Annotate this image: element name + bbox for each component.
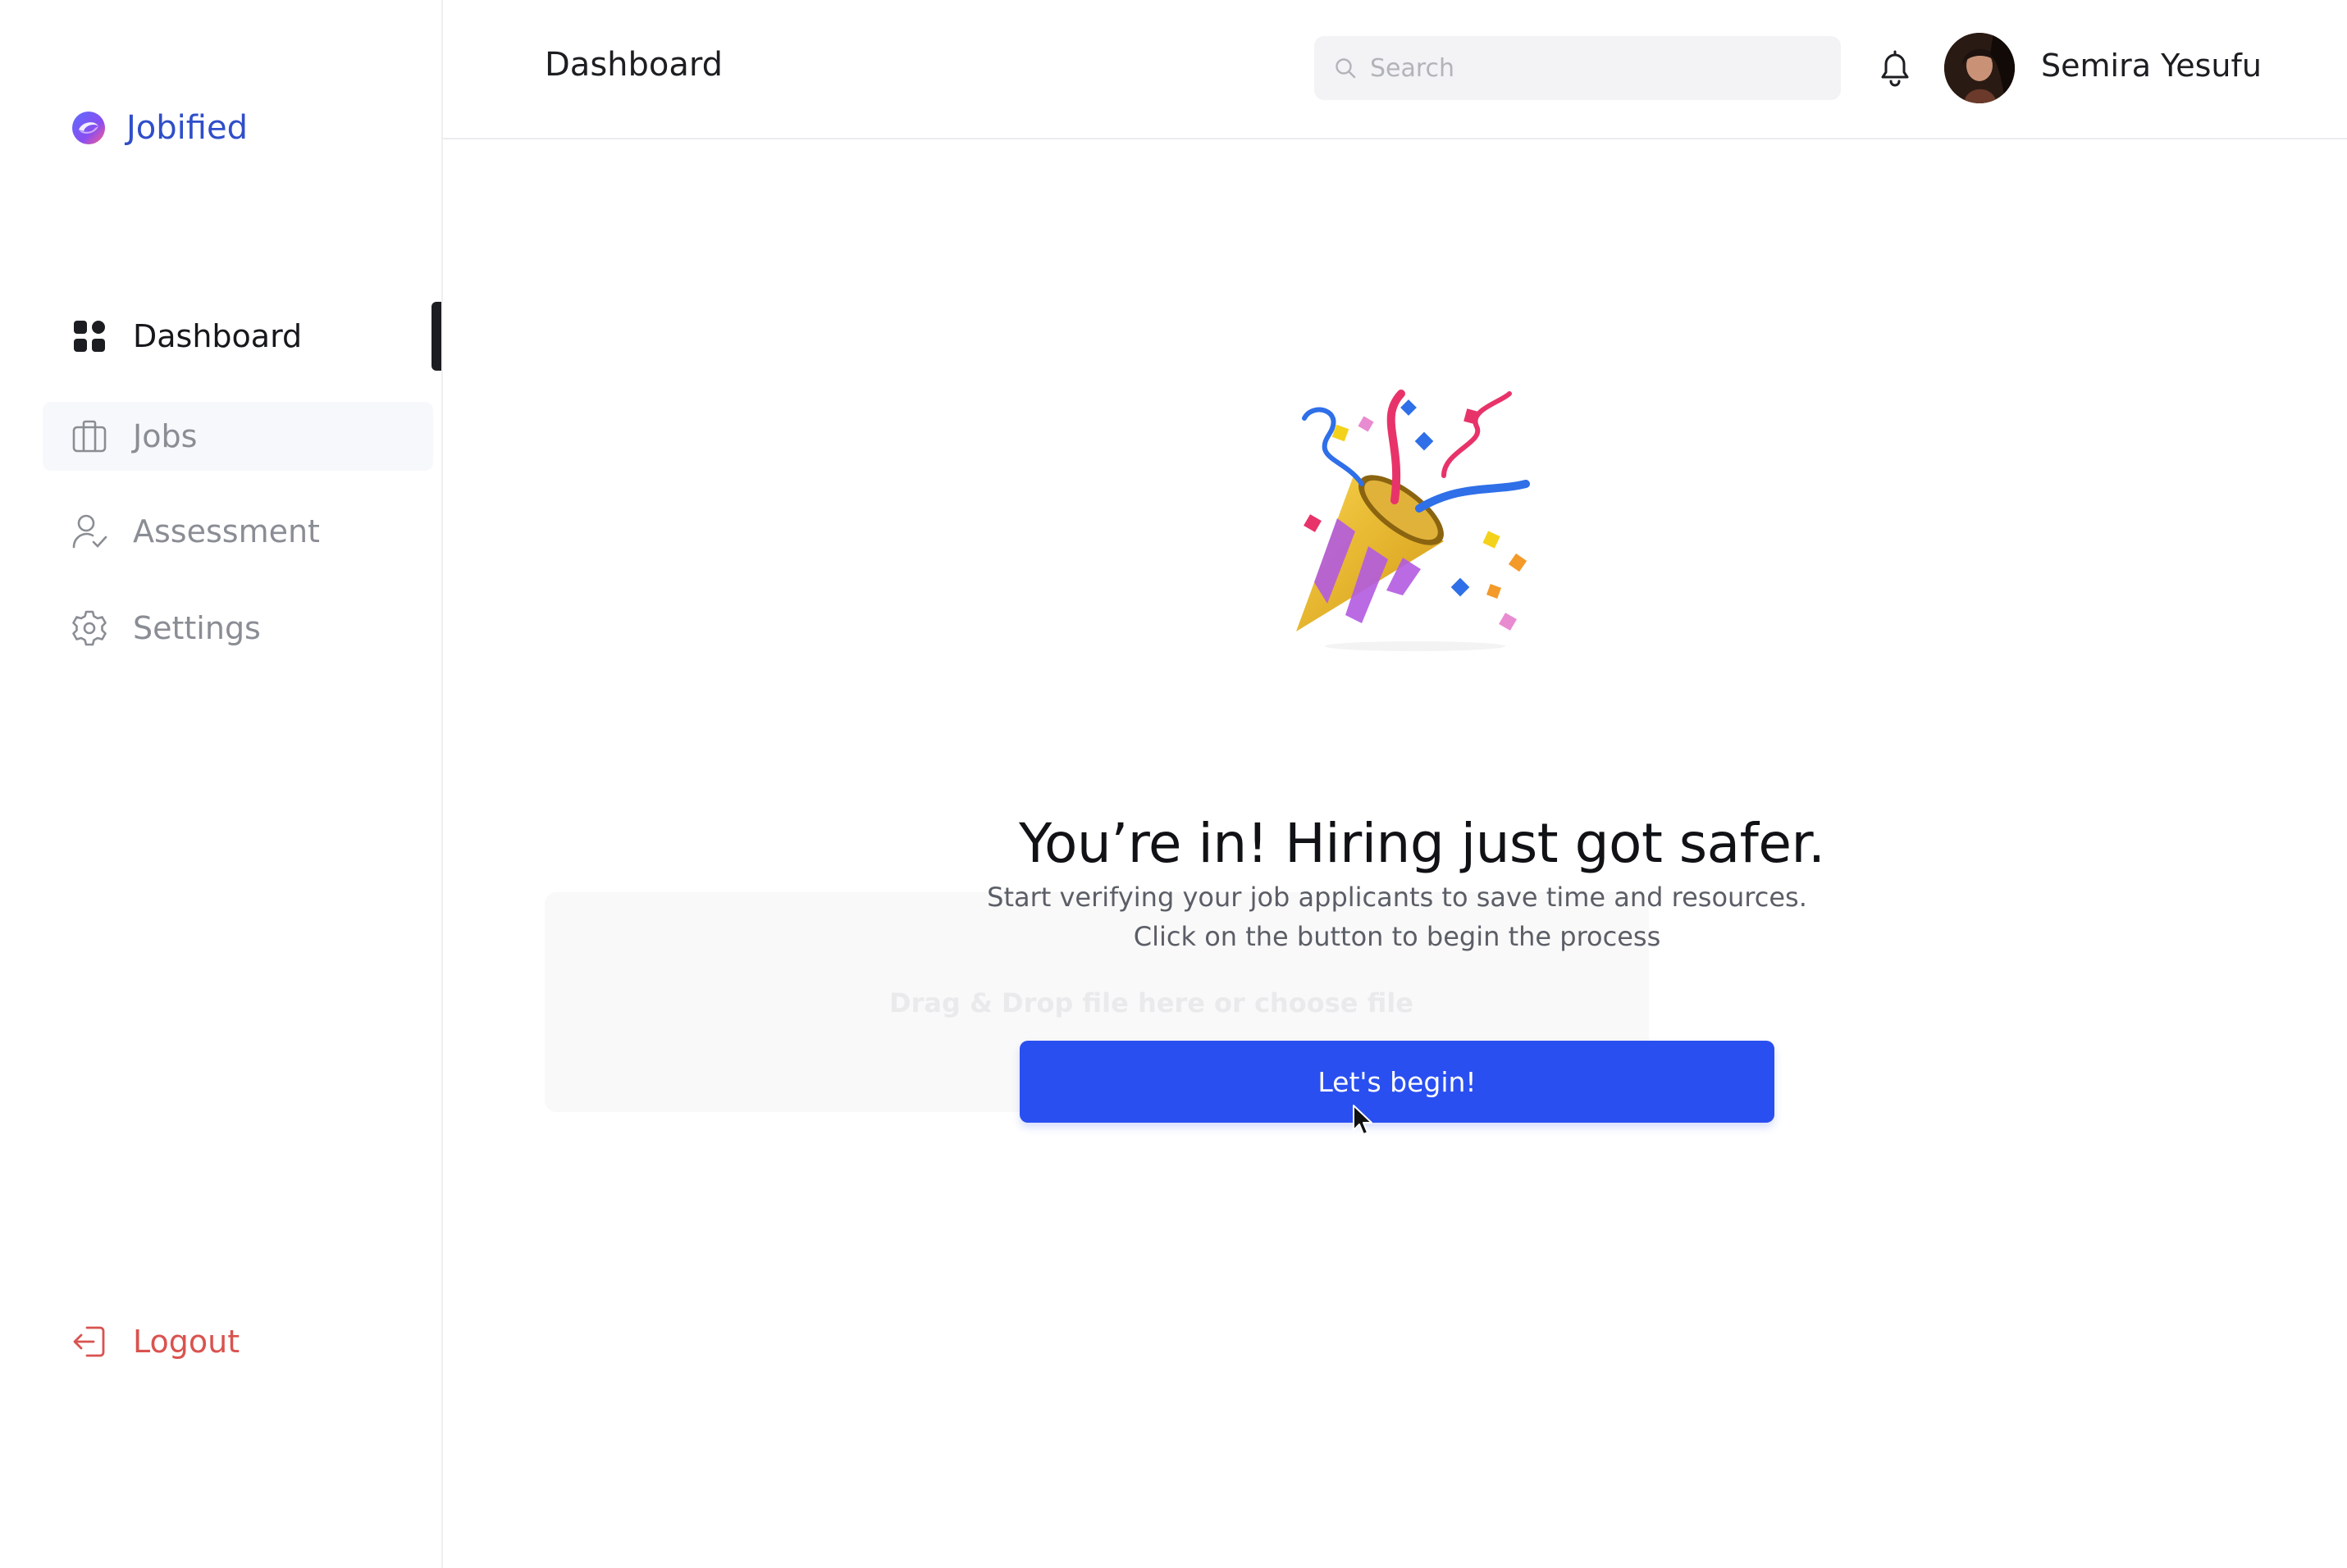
grid-icon — [71, 317, 108, 355]
page-title: Dashboard — [545, 46, 724, 84]
sidebar: Jobified Dashboard Jobs Assessment Setti… — [0, 0, 443, 1568]
notifications-button[interactable] — [1870, 43, 1920, 92]
search-bar[interactable] — [1314, 36, 1841, 100]
subtext-line-1: Start verifying your job applicants to s… — [987, 882, 1807, 913]
user-name: Semira Yesufu — [2041, 48, 2262, 84]
welcome-subtext: Start verifying your job applicants to s… — [986, 877, 1808, 956]
lets-begin-button[interactable]: Let's begin! — [1020, 1041, 1774, 1123]
app-logo[interactable]: Jobified — [71, 105, 248, 151]
logout-button[interactable]: Logout — [43, 1307, 240, 1376]
logout-icon — [71, 1323, 108, 1361]
briefcase-icon — [71, 417, 108, 455]
logo-icon — [72, 112, 105, 144]
sidebar-item-jobs[interactable]: Jobs — [43, 402, 433, 471]
search-icon — [1334, 56, 1358, 80]
dropzone-ghost-text: Drag & Drop file here or choose file — [889, 987, 1413, 1019]
sidebar-item-assessment[interactable]: Assessment — [43, 497, 433, 566]
sidebar-item-label: Jobs — [133, 418, 198, 454]
active-indicator — [432, 302, 441, 371]
sidebar-item-label: Dashboard — [133, 318, 303, 354]
logout-label: Logout — [133, 1324, 240, 1360]
party-popper-icon — [1296, 390, 1530, 651]
mouse-cursor-icon — [1353, 1105, 1372, 1135]
avatar-image — [1944, 33, 2015, 103]
sidebar-item-label: Assessment — [133, 513, 320, 549]
subtext-line-2: Click on the button to begin the process — [1133, 921, 1661, 952]
bell-icon — [1881, 50, 1909, 87]
welcome-headline: You’re in! Hiring just got safer. — [1019, 812, 1825, 876]
gear-icon — [71, 609, 108, 647]
app-name: Jobified — [126, 109, 248, 147]
sidebar-item-settings[interactable]: Settings — [43, 594, 433, 663]
top-header: Dashboard Semira Yesufu — [443, 0, 2347, 139]
sidebar-item-dashboard[interactable]: Dashboard — [43, 302, 433, 371]
search-input[interactable] — [1368, 52, 1831, 84]
user-check-icon — [71, 513, 108, 550]
avatar[interactable] — [1944, 33, 2015, 103]
sidebar-item-label: Settings — [133, 610, 261, 646]
